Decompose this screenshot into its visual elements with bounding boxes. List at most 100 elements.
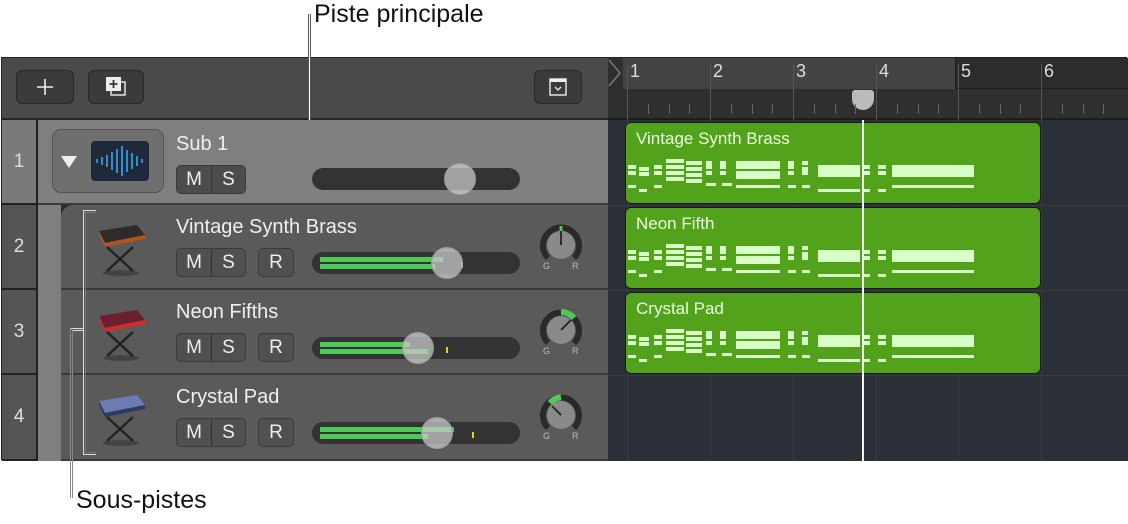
beat-tick <box>772 104 774 114</box>
bar-line <box>958 64 959 120</box>
midi-note <box>818 173 860 177</box>
pan-knob[interactable]: G R <box>538 221 584 271</box>
peak-indicator <box>445 347 448 353</box>
midi-note <box>802 331 808 335</box>
midi-note <box>802 270 810 273</box>
midi-note <box>666 165 684 169</box>
beat-tick <box>1103 104 1105 114</box>
volume-slider-thumb[interactable] <box>421 417 454 449</box>
midi-note <box>788 341 794 345</box>
solo-button[interactable]: S <box>211 166 245 193</box>
midi-note <box>654 171 662 175</box>
cycle-area[interactable] <box>623 58 956 89</box>
tracks-area[interactable]: Vintage Synth Brass Neon Fifth Crystal Pad <box>608 120 1128 461</box>
volume-slider-thumb[interactable] <box>444 163 476 195</box>
solo-button[interactable]: S <box>211 249 245 276</box>
midi-note <box>639 189 647 192</box>
midi-note <box>736 175 780 179</box>
solo-button[interactable]: S <box>211 334 245 361</box>
record-enable-button[interactable]: R <box>258 248 294 277</box>
track-name[interactable]: Vintage Synth Brass <box>176 216 357 239</box>
record-enable-button[interactable]: R <box>258 418 294 447</box>
track-number[interactable]: 2 <box>2 205 38 290</box>
midi-note <box>639 257 649 261</box>
midi-note <box>706 165 712 169</box>
midi-note <box>686 343 702 347</box>
volume-slider-thumb[interactable] <box>430 247 463 279</box>
beat-tick <box>917 104 919 114</box>
track-header-vintage-synth-brass[interactable]: Vintage Synth Brass M S R G R <box>61 205 608 290</box>
midi-note <box>706 353 716 356</box>
bar-number: 4 <box>879 61 890 81</box>
midi-region[interactable]: Neon Fifth <box>625 207 1041 289</box>
mute-button[interactable]: M <box>177 334 211 361</box>
duplicate-track-button[interactable] <box>88 70 144 104</box>
add-track-button[interactable] <box>16 70 74 104</box>
mute-solo-group: M S <box>176 165 246 194</box>
track-name[interactable]: Sub 1 <box>176 133 228 156</box>
bar-number: 3 <box>796 61 807 81</box>
bar-number: 1 <box>630 61 641 81</box>
region-name: Vintage Synth Brass <box>636 129 790 148</box>
volume-slider[interactable] <box>312 247 520 279</box>
midi-note <box>892 258 974 262</box>
track-name[interactable]: Crystal Pad <box>176 386 279 409</box>
pan-knob[interactable]: G R <box>538 391 584 441</box>
region-name: Neon Fifth <box>636 214 715 233</box>
track-name[interactable]: Neon Fifths <box>176 301 278 324</box>
beat-tick <box>978 104 980 114</box>
mute-button[interactable]: M <box>177 166 211 193</box>
midi-note <box>654 270 662 273</box>
track-header-toolbar <box>2 58 608 120</box>
midi-region[interactable]: Crystal Pad <box>625 292 1041 374</box>
track-number[interactable]: 1 <box>2 120 38 205</box>
track-header-sub-1[interactable]: Sub 1 M S <box>38 120 608 205</box>
callout-main-track: Piste principale <box>314 0 484 28</box>
mute-button[interactable]: M <box>177 419 211 446</box>
volume-slider[interactable] <box>312 332 520 364</box>
mute-button[interactable]: M <box>177 249 211 276</box>
beat-tick <box>999 104 1001 114</box>
midi-note <box>639 167 649 171</box>
pan-knob[interactable]: G R <box>538 306 584 356</box>
volume-slider-thumb[interactable] <box>402 332 434 364</box>
duplicate-plus-icon <box>106 77 126 96</box>
record-enable-button[interactable]: R <box>258 333 294 362</box>
midi-note <box>686 167 702 171</box>
volume-slider[interactable] <box>312 163 520 195</box>
midi-note <box>686 349 702 353</box>
midi-note <box>892 270 974 273</box>
track-header-neon-fifths[interactable]: Neon Fifths M S R G R <box>61 290 608 375</box>
beat-tick <box>896 104 898 114</box>
pan-label-right: R <box>572 346 579 356</box>
volume-slider[interactable] <box>312 417 520 449</box>
midi-note <box>720 256 726 260</box>
track-number[interactable]: 3 <box>2 290 38 375</box>
midi-note <box>654 250 662 254</box>
midi-note <box>686 264 702 268</box>
midi-note <box>892 343 974 347</box>
beat-tick <box>689 104 691 114</box>
level-meter-right <box>320 434 428 439</box>
track-number[interactable]: 4 <box>2 375 38 461</box>
track-header-crystal-pad[interactable]: Crystal Pad M S R G R <box>61 375 608 461</box>
stack-disclosure-box[interactable] <box>52 129 164 193</box>
view-options-button[interactable] <box>534 70 582 104</box>
callout-subtracks-line <box>83 210 96 455</box>
mute-solo-group: M S <box>176 333 246 362</box>
midi-note <box>788 256 794 260</box>
beat-tick <box>647 104 649 114</box>
midi-note <box>666 335 684 339</box>
bar-line <box>876 64 877 120</box>
disclosure-triangle-icon[interactable] <box>59 154 79 170</box>
callout-subtracks: Sous-pistes <box>76 486 207 514</box>
timeline-ruler[interactable]: 1 2 3 4 5 6 <box>608 58 1128 120</box>
midi-note <box>736 250 780 254</box>
midi-note <box>722 183 732 186</box>
playhead-line[interactable] <box>862 120 864 461</box>
midi-note <box>878 359 886 362</box>
midi-note <box>628 185 636 188</box>
solo-button[interactable]: S <box>211 419 245 446</box>
midi-region[interactable]: Vintage Synth Brass <box>625 122 1041 204</box>
midi-note <box>639 252 649 256</box>
